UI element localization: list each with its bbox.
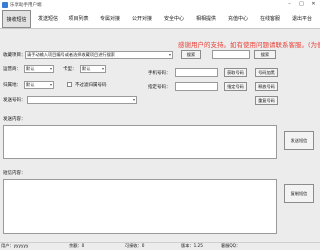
search-button[interactable]: 搜索 [181, 50, 201, 59]
project-select[interactable]: 请手动输入项目编号或者选择收藏项目进行搜索 [25, 51, 173, 59]
minimize-icon[interactable]: – [284, 0, 295, 9]
send-content-textarea[interactable] [3, 125, 277, 159]
region-label: 归属地： [3, 83, 21, 88]
status-quota: 可接收：0 [125, 243, 145, 248]
maximize-icon[interactable]: □ [296, 0, 307, 9]
operator-label: 运营商： [3, 67, 21, 72]
tab-recharge-center[interactable]: 充值中心 [222, 10, 254, 28]
exclude-region-checkbox[interactable] [67, 82, 72, 87]
send-number-label: 发送号码： [3, 98, 26, 103]
tab-project-list[interactable]: 项目列表 [63, 10, 94, 28]
project-label: 收藏项目： [3, 53, 26, 58]
operator-select[interactable]: 默认 [24, 65, 54, 73]
tab-send-sms[interactable]: 发送短信 [33, 10, 63, 28]
card-type-select[interactable]: 默认 [80, 65, 106, 73]
status-bar [0, 242, 320, 250]
status-version: 版本：1.25 [181, 243, 203, 248]
exclude-region-label: 不过滤归属号码 [75, 83, 107, 88]
app-icon [2, 1, 8, 8]
search-input[interactable] [212, 50, 250, 59]
card-type-label: 卡型： [63, 67, 77, 72]
repeat-number-button[interactable]: 重复号码 [255, 96, 278, 105]
window-title: 乐享助手用户端 [10, 2, 42, 8]
status-contact: 客服QQ： [221, 243, 241, 248]
specified-number-label: 指定号码： [148, 85, 171, 90]
receive-content-textarea[interactable] [3, 179, 277, 234]
search-button-secondary[interactable]: 搜索 [254, 50, 276, 59]
tab-public-docking[interactable]: 公开对接 [126, 10, 158, 28]
tab-receive-sms[interactable]: 接收短信 [2, 10, 31, 28]
specified-number-field[interactable] [175, 82, 218, 91]
send-sms-button[interactable]: 发送短信 [284, 131, 314, 150]
copy-sms-button[interactable]: 复制短信 [284, 184, 314, 203]
tab-provide[interactable]: 相相提供 [190, 10, 222, 28]
send-content-label: 发送内容： [3, 117, 26, 122]
receive-content-label: 短信内容： [3, 171, 26, 176]
title-bar [0, 0, 320, 9]
close-icon[interactable]: ✕ [308, 0, 319, 9]
get-number-button[interactable]: 获取号码 [224, 68, 247, 77]
blacklist-number-button[interactable]: 号码加黑 [255, 68, 278, 77]
specify-number-button[interactable]: 指定号码 [224, 82, 247, 91]
notice-text: 感谢用户的支持。如有使用问题请联系客服。(为便于 [178, 41, 320, 49]
status-user: 用户：yyyyyy [1, 243, 29, 248]
phone-number-field[interactable] [175, 68, 218, 77]
tab-exit-platform[interactable]: 退出平台 [286, 10, 318, 28]
tab-security-center[interactable]: 安全中心 [158, 10, 190, 28]
region-select[interactable]: 默认 [24, 81, 54, 89]
send-number-select[interactable] [27, 96, 137, 104]
phone-label: 手机号码： [148, 71, 171, 76]
status-balance: 余额：0 [69, 243, 85, 248]
release-number-button[interactable]: 释放号码 [255, 82, 278, 91]
tab-online-service[interactable]: 在线客服 [254, 10, 286, 28]
tab-exclusive-docking[interactable]: 专属对接 [94, 10, 126, 28]
